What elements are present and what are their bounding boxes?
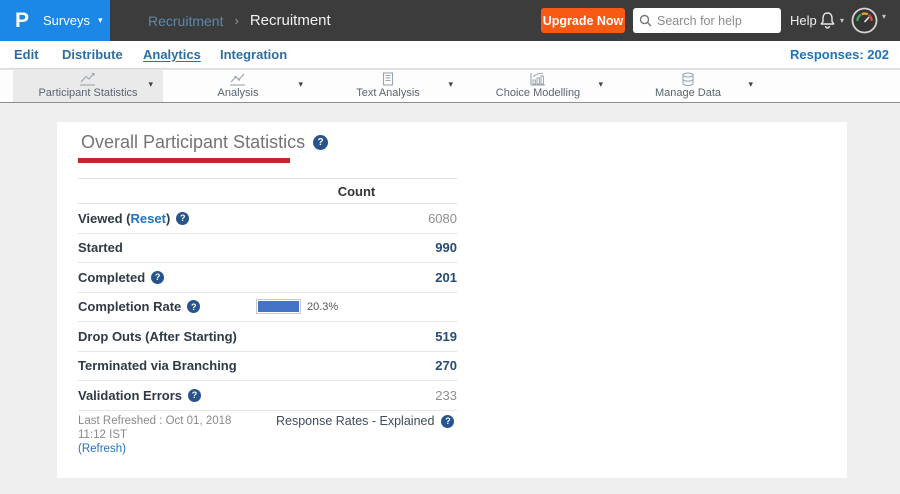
count-column-header: Count bbox=[337, 183, 376, 199]
statistics-card: Overall Participant Statistics ? Count V… bbox=[57, 122, 847, 478]
search-input[interactable] bbox=[657, 13, 775, 28]
chevron-down-icon: ▾ bbox=[882, 12, 887, 21]
row-label: Terminated via Branching bbox=[78, 358, 237, 374]
row-value: 201 bbox=[435, 269, 457, 285]
analytics-toolbar: Participant Statistics ▾ Analysis ▾ Text… bbox=[0, 69, 900, 103]
tab-label: Text Analysis bbox=[356, 87, 420, 99]
chevron-down-icon[interactable]: ▾ bbox=[448, 80, 453, 89]
table-row-completed: Completed ? 201 bbox=[78, 263, 457, 293]
participant-statistics-table: Count Viewed ( Reset ) ? 6080 Started 99… bbox=[78, 178, 457, 411]
row-value: 6080 bbox=[428, 210, 457, 226]
tab-manage-data[interactable]: Manage Data ▾ bbox=[613, 70, 763, 102]
row-label: Validation Errors ? bbox=[78, 387, 202, 403]
document-icon bbox=[313, 72, 463, 86]
tab-participant-statistics[interactable]: Participant Statistics ▾ bbox=[13, 70, 163, 102]
table-row-started: Started 990 bbox=[78, 234, 457, 263]
chevron-down-icon[interactable]: ▾ bbox=[748, 80, 753, 89]
table-row-drop-outs: Drop Outs (After Starting) 519 bbox=[78, 322, 457, 352]
row-label: Viewed ( Reset ) ? bbox=[78, 210, 190, 226]
upgrade-now-button[interactable]: Upgrade Now bbox=[541, 8, 625, 33]
help-link[interactable]: Help bbox=[790, 13, 817, 28]
table-row-validation-errors: Validation Errors ? 233 bbox=[78, 381, 457, 411]
completion-bar-fill bbox=[258, 301, 299, 313]
table-row-completion-rate: Completion Rate ? 20.3% bbox=[78, 293, 457, 322]
line-chart-icon bbox=[13, 72, 163, 86]
tab-choice-modelling[interactable]: Choice Modelling ▾ bbox=[463, 70, 613, 102]
surveys-menu-label: Surveys bbox=[43, 13, 90, 28]
table-header-row: Count bbox=[78, 178, 457, 204]
notifications-button[interactable]: ▾ bbox=[819, 11, 844, 30]
breadcrumb-separator-icon: › bbox=[234, 13, 239, 28]
nav-integration[interactable]: Integration bbox=[220, 47, 287, 62]
row-label-text: Validation Errors bbox=[78, 387, 183, 403]
row-label-text: Completion Rate bbox=[78, 299, 182, 315]
avatar-gauge-icon bbox=[851, 7, 878, 34]
help-search[interactable] bbox=[633, 8, 781, 33]
trend-chart-icon bbox=[163, 72, 313, 86]
page-title: Overall Participant Statistics bbox=[81, 132, 306, 152]
response-rates-explained: Response Rates - Explained ? bbox=[276, 414, 455, 428]
content-area: Overall Participant Statistics ? Count V… bbox=[0, 103, 900, 494]
row-label: Completed ? bbox=[78, 269, 165, 285]
breadcrumb-parent[interactable]: Recruitment bbox=[148, 13, 223, 29]
chevron-down-icon[interactable]: ▾ bbox=[598, 80, 603, 89]
database-icon bbox=[613, 72, 763, 87]
help-icon[interactable]: ? bbox=[313, 135, 329, 150]
tab-text-analysis[interactable]: Text Analysis ▾ bbox=[313, 70, 463, 102]
tab-analysis[interactable]: Analysis ▾ bbox=[163, 70, 313, 102]
nav-analytics[interactable]: Analytics bbox=[143, 47, 201, 62]
completion-rate-cell: 20.3% bbox=[256, 299, 457, 315]
surveys-menu[interactable]: P Surveys ▾ bbox=[0, 0, 110, 41]
last-refreshed-text: Last Refreshed : Oct 01, 2018 11:12 IST bbox=[78, 415, 232, 441]
row-value: 233 bbox=[435, 387, 457, 403]
last-refreshed: Last Refreshed : Oct 01, 2018 11:12 IST … bbox=[78, 414, 254, 456]
tab-label: Analysis bbox=[217, 87, 259, 99]
refresh-link[interactable]: (Refresh) bbox=[78, 443, 126, 455]
chevron-down-icon[interactable]: ▾ bbox=[148, 80, 153, 89]
help-icon[interactable]: ? bbox=[441, 414, 455, 428]
table-row-viewed: Viewed ( Reset ) ? 6080 bbox=[78, 204, 457, 234]
chevron-down-icon: ▾ bbox=[97, 15, 103, 25]
nav-distribute[interactable]: Distribute bbox=[62, 47, 123, 62]
row-label: Drop Outs (After Starting) bbox=[78, 328, 237, 344]
top-header: P Surveys ▾ Recruitment › Recruitment Up… bbox=[0, 0, 900, 41]
response-rates-label: Response Rates - Explained bbox=[276, 414, 435, 428]
responses-count[interactable]: Responses: 202 bbox=[790, 47, 889, 62]
completion-rate-value: 20.3% bbox=[307, 300, 339, 313]
help-icon[interactable]: ? bbox=[188, 388, 202, 402]
search-icon bbox=[639, 14, 652, 27]
table-footer: Last Refreshed : Oct 01, 2018 11:12 IST … bbox=[78, 414, 455, 456]
nav-edit[interactable]: Edit bbox=[14, 47, 39, 62]
completion-bar-track bbox=[256, 299, 301, 315]
table-row-terminated: Terminated via Branching 270 bbox=[78, 352, 457, 381]
account-menu[interactable]: ▾ bbox=[851, 7, 886, 34]
row-label-text: Viewed ( bbox=[78, 210, 131, 226]
help-icon[interactable]: ? bbox=[187, 300, 201, 314]
bar-chart-icon bbox=[463, 72, 613, 86]
row-value: 519 bbox=[435, 328, 457, 344]
survey-nav: Edit Distribute Analytics Integration Re… bbox=[0, 41, 900, 69]
breadcrumb-current: Recruitment bbox=[249, 12, 331, 29]
row-label-text: ) bbox=[165, 210, 171, 226]
tab-label: Manage Data bbox=[654, 87, 722, 99]
tab-label: Choice Modelling bbox=[495, 87, 581, 99]
chevron-down-icon: ▾ bbox=[840, 16, 845, 25]
row-value: 990 bbox=[435, 240, 457, 256]
row-label-text: Completed bbox=[78, 269, 146, 285]
bell-icon bbox=[820, 12, 835, 29]
row-label: Started bbox=[78, 240, 123, 256]
questionpro-logo-icon: P bbox=[15, 9, 30, 32]
help-icon[interactable]: ? bbox=[176, 211, 190, 225]
reset-link[interactable]: Reset bbox=[131, 211, 166, 226]
breadcrumb: Recruitment › Recruitment bbox=[148, 0, 331, 41]
row-value: 270 bbox=[435, 358, 457, 374]
title-accent-underline bbox=[78, 158, 290, 163]
row-label: Completion Rate ? bbox=[78, 299, 201, 315]
tab-label: Participant Statistics bbox=[38, 87, 138, 99]
chevron-down-icon[interactable]: ▾ bbox=[298, 80, 303, 89]
help-icon[interactable]: ? bbox=[151, 270, 165, 284]
